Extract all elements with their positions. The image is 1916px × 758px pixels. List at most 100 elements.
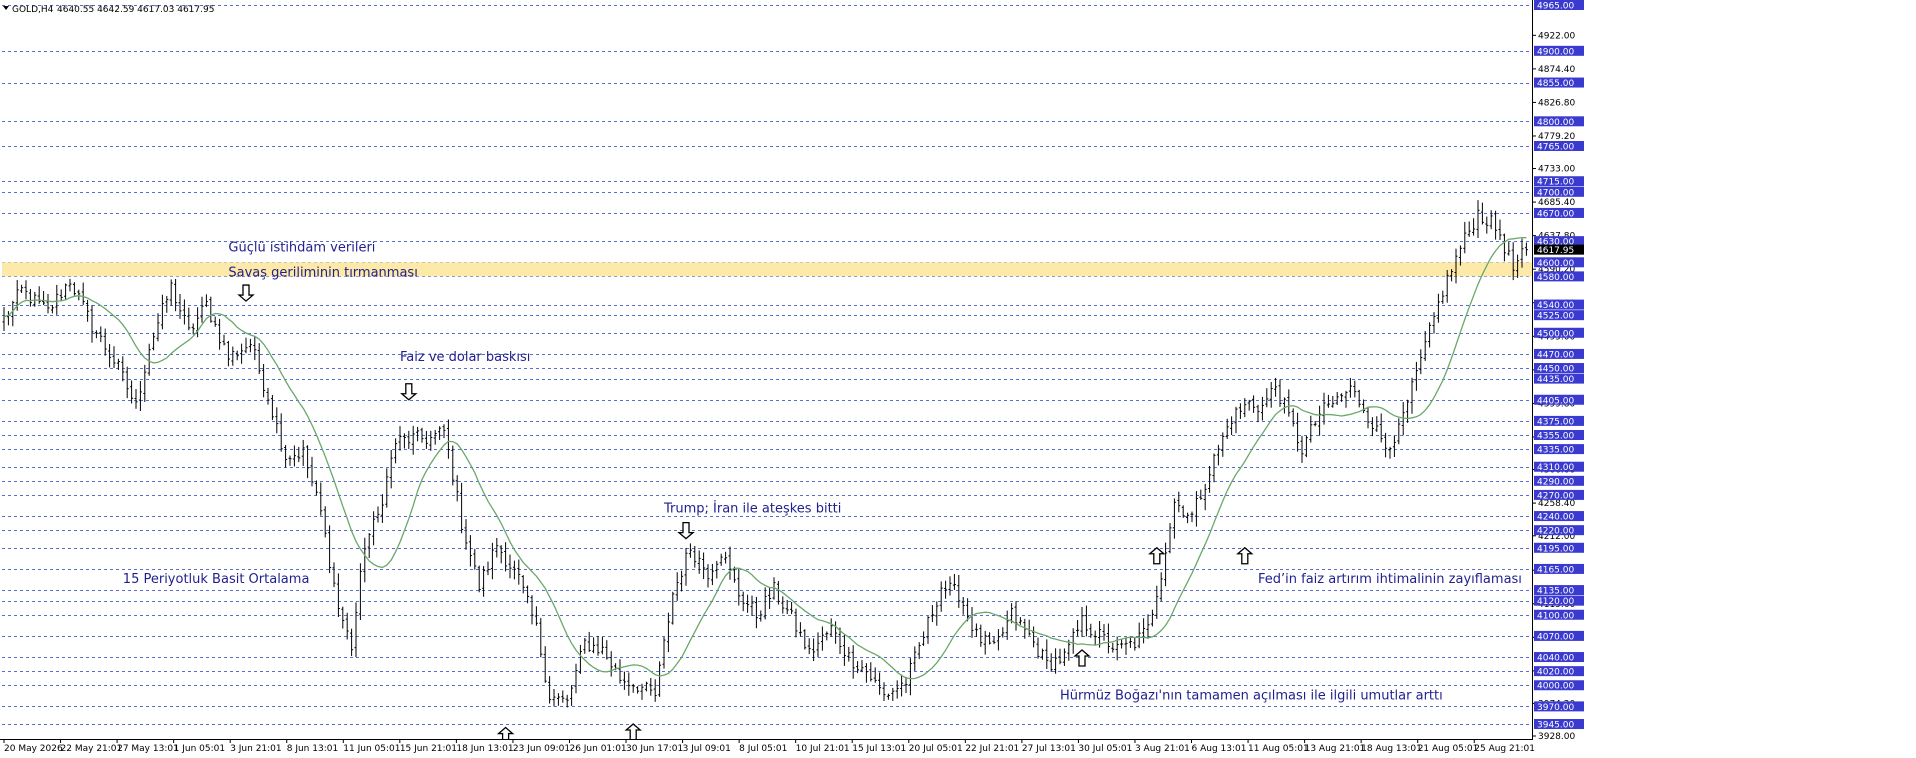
price-tag-label: 4040.00 xyxy=(1537,654,1574,664)
price-tag: 4525.00 xyxy=(1534,310,1584,322)
time-label: 8 Jun 13:01 xyxy=(287,744,338,754)
time-label: 21 Aug 05:01 xyxy=(1418,744,1479,754)
price-tag: 4020.00 xyxy=(1534,666,1584,678)
price-tag: 4335.00 xyxy=(1534,444,1584,456)
price-tag-label: 4405.00 xyxy=(1537,396,1574,406)
time-label: 11 Aug 05:01 xyxy=(1248,744,1309,754)
price-tag-label: 4375.00 xyxy=(1537,417,1574,427)
price-tag: 4580.00 xyxy=(1534,271,1584,283)
price-tag-label: 4000.00 xyxy=(1537,682,1574,692)
time-label: 3 Jul 09:01 xyxy=(683,744,731,754)
time-label: 18 Aug 13:01 xyxy=(1361,744,1422,754)
price-tag: 4100.00 xyxy=(1534,609,1584,621)
price-tag-label: 4450.00 xyxy=(1537,365,1574,375)
price-tag: 4800.00 xyxy=(1534,116,1584,128)
price-tag-label: 4765.00 xyxy=(1537,142,1574,152)
price-tag-label: 4270.00 xyxy=(1537,491,1574,501)
price-tag-label: 4100.00 xyxy=(1537,611,1574,621)
price-tag: 4450.00 xyxy=(1534,363,1584,375)
price-tag-label: 4965.00 xyxy=(1537,2,1574,12)
price-label: 4874.40 xyxy=(1538,65,1575,75)
time-axis: 20 May 202622 May 21:0127 May 13:011 Jun… xyxy=(0,739,1916,754)
symbol-label: GOLD,H4 xyxy=(12,5,54,15)
price-tag: 4600.00 xyxy=(1534,257,1584,269)
price-tag: 4700.00 xyxy=(1534,186,1584,198)
time-label: 13 Aug 21:01 xyxy=(1305,744,1366,754)
price-label: 4922.00 xyxy=(1538,31,1575,41)
price-tag-label: 4715.00 xyxy=(1537,178,1574,188)
price-tag: 4270.00 xyxy=(1534,489,1584,501)
time-label: 15 Jun 21:01 xyxy=(400,744,457,754)
price-tag: 4290.00 xyxy=(1534,475,1584,487)
time-label: 27 Jul 13:01 xyxy=(1022,744,1076,754)
time-label: 10 Jul 21:01 xyxy=(796,744,850,754)
time-label: 26 Jun 01:01 xyxy=(569,744,626,754)
price-tag-label: 4165.00 xyxy=(1537,565,1574,575)
price-tag: 4135.00 xyxy=(1534,585,1584,597)
price-tag: 3970.00 xyxy=(1534,701,1584,713)
price-tag-label: 4525.00 xyxy=(1537,312,1574,322)
time-label: 6 Aug 13:01 xyxy=(1192,744,1247,754)
annotation-text: Trump; İran ile ateşkes bitti xyxy=(663,501,841,517)
price-label: 4685.40 xyxy=(1538,198,1575,208)
price-tag-label: 4240.00 xyxy=(1537,513,1574,523)
price-tag-label: 4020.00 xyxy=(1537,668,1574,678)
annotation-text: Hürmüz Boğazı'nın tamamen açılması ile i… xyxy=(1060,688,1443,703)
time-label: 27 May 13:01 xyxy=(117,744,179,754)
price-tag: 4715.00 xyxy=(1534,176,1584,188)
price-tag: 4040.00 xyxy=(1534,652,1584,664)
time-label: 22 May 21:01 xyxy=(61,744,123,754)
price-tag-label: 4120.00 xyxy=(1537,597,1574,607)
price-tag-label: 4800.00 xyxy=(1537,118,1574,128)
price-tag: 4670.00 xyxy=(1534,207,1584,219)
price-tag: 4405.00 xyxy=(1534,394,1584,406)
price-tag-label: 4580.00 xyxy=(1537,273,1574,283)
time-label: 25 Aug 21:01 xyxy=(1474,744,1535,754)
price-tag: 4240.00 xyxy=(1534,511,1584,523)
price-axis-bg xyxy=(1532,0,1916,754)
time-label: 30 Jul 05:01 xyxy=(1078,744,1132,754)
price-tag-label: 4220.00 xyxy=(1537,527,1574,537)
price-tag-label: 4700.00 xyxy=(1537,188,1574,198)
chart-canvas[interactable]: Güçlü istihdam verileri Savaş geriliminin… xyxy=(0,0,1916,754)
time-label: 18 Jun 13:01 xyxy=(456,744,513,754)
trading-chart[interactable]: Güçlü istihdam verileri Savaş geriliminin… xyxy=(0,0,1916,754)
price-tag: 4855.00 xyxy=(1534,77,1584,89)
time-label: 8 Jul 05:01 xyxy=(739,744,787,754)
ohlc-label: 4640.55 4642.59 4617.03 4617.95 xyxy=(57,5,214,15)
price-tag: 4220.00 xyxy=(1534,525,1584,537)
price-label: 4733.00 xyxy=(1538,165,1575,175)
price-tag-label: 4290.00 xyxy=(1537,477,1574,487)
time-label: 20 Jul 05:01 xyxy=(909,744,963,754)
time-label: 30 Jun 17:01 xyxy=(626,744,683,754)
price-tag: 4540.00 xyxy=(1534,299,1584,311)
time-label: 23 Jun 09:01 xyxy=(513,744,570,754)
price-tag-label: 4500.00 xyxy=(1537,329,1574,339)
price-tag: 4965.00 xyxy=(1534,0,1584,12)
price-tag: 4500.00 xyxy=(1534,327,1584,339)
time-label: 3 Aug 21:01 xyxy=(1135,744,1190,754)
price-axis: 4922.00 4874.40 4826.80 4779.20 4733.00 4685.… xyxy=(1532,0,1916,754)
price-tag-label: 4670.00 xyxy=(1537,209,1574,219)
annotation-text: Güçlü istihdam verileri xyxy=(228,241,375,256)
price-tag: 4310.00 xyxy=(1534,461,1584,473)
price-tag-label: 4135.00 xyxy=(1537,587,1574,597)
time-label: 3 Jun 21:01 xyxy=(230,744,281,754)
price-tag-label: 3970.00 xyxy=(1537,703,1574,713)
price-tag-label: 3945.00 xyxy=(1537,721,1574,731)
price-tag: 4470.00 xyxy=(1534,348,1584,360)
chart-header: GOLD,H4 4640.55 4642.59 4617.03 4617.95 xyxy=(3,5,214,15)
current-price-tag: 4617.95 xyxy=(1534,244,1584,256)
price-tag: 4375.00 xyxy=(1534,415,1584,427)
price-tag-label: 4600.00 xyxy=(1537,259,1574,269)
price-tag-label: 4070.00 xyxy=(1537,632,1574,642)
current-price-label: 4617.95 xyxy=(1537,246,1574,256)
price-tag: 4120.00 xyxy=(1534,595,1584,607)
time-label: 11 Jun 05:01 xyxy=(343,744,400,754)
price-tag-label: 4335.00 xyxy=(1537,446,1574,456)
price-tag-label: 4470.00 xyxy=(1537,350,1574,360)
price-tag: 4435.00 xyxy=(1534,373,1584,385)
price-tag-label: 4355.00 xyxy=(1537,432,1574,442)
price-tag-label: 4310.00 xyxy=(1537,463,1574,473)
price-tag-label: 4435.00 xyxy=(1537,375,1574,385)
